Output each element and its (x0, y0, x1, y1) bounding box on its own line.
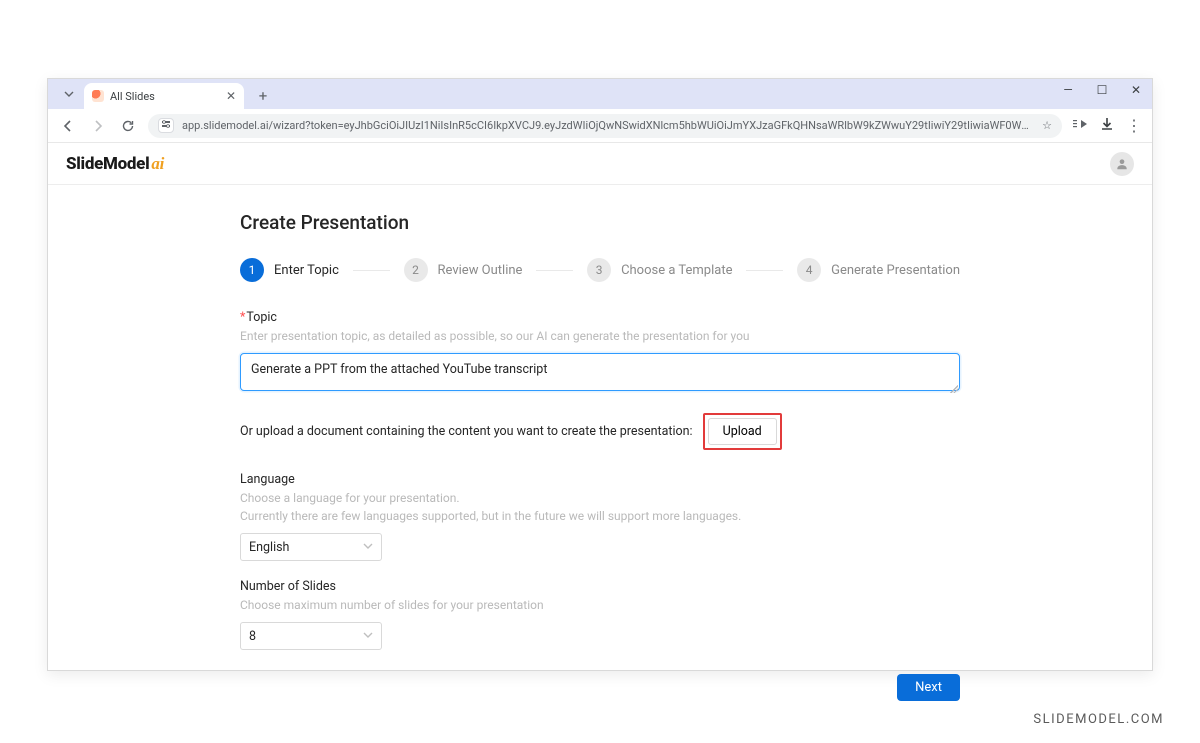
field-slides: Number of Slides Choose maximum number o… (240, 579, 960, 650)
slides-label: Number of Slides (240, 579, 960, 594)
step-generate-presentation[interactable]: 4 Generate Presentation (797, 258, 960, 282)
user-avatar[interactable] (1110, 152, 1134, 176)
page-title: Create Presentation (240, 211, 960, 234)
tab-title: All Slides (110, 90, 220, 103)
step-divider (746, 270, 783, 271)
field-topic: *Topic Enter presentation topic, as deta… (240, 310, 960, 395)
step-label: Review Outline (438, 263, 523, 278)
step-review-outline[interactable]: 2 Review Outline (404, 258, 523, 282)
media-control-icon[interactable] (1072, 117, 1088, 135)
app-logo[interactable]: SlideModelai (66, 154, 164, 174)
topic-input[interactable] (240, 353, 960, 391)
window-maximize-button[interactable]: ☐ (1092, 83, 1112, 97)
upload-prompt: Or upload a document containing the cont… (240, 424, 693, 439)
browser-menu-icon[interactable]: ⋮ (1126, 118, 1142, 134)
tab-close-icon[interactable]: ✕ (226, 89, 236, 103)
step-divider (353, 270, 390, 271)
topic-help: Enter presentation topic, as detailed as… (240, 327, 960, 345)
bookmark-star-icon[interactable]: ☆ (1042, 119, 1052, 132)
tab-favicon-icon (92, 90, 104, 102)
slides-value: 8 (249, 629, 256, 644)
language-help: Choose a language for your presentation.… (240, 489, 960, 525)
step-label: Enter Topic (274, 263, 339, 278)
chevron-down-icon (363, 541, 373, 554)
download-icon[interactable] (1100, 117, 1114, 135)
language-label: Language (240, 472, 960, 487)
wizard-footer: Next (240, 674, 960, 701)
slides-select[interactable]: 8 (240, 622, 382, 650)
topic-label: *Topic (240, 310, 960, 325)
slides-help: Choose maximum number of slides for your… (240, 596, 960, 614)
step-label: Generate Presentation (831, 263, 960, 278)
chevron-down-icon (363, 630, 373, 643)
field-language: Language Choose a language for your pres… (240, 472, 960, 561)
watermark: SLIDEMODEL.COM (1033, 712, 1164, 727)
tab-dropdown-icon[interactable] (58, 83, 80, 105)
url-bar[interactable]: app.slidemodel.ai/wizard?token=eyJhbGciO… (148, 114, 1062, 138)
step-label: Choose a Template (621, 263, 732, 278)
app-header: SlideModelai (48, 143, 1152, 185)
site-settings-icon[interactable] (158, 118, 174, 133)
browser-tab-bar: All Slides ✕ + — ☐ ✕ (48, 79, 1152, 109)
language-value: English (249, 540, 289, 555)
nav-forward-button[interactable] (88, 116, 108, 136)
nav-back-button[interactable] (58, 116, 78, 136)
window-close-button[interactable]: ✕ (1126, 83, 1146, 97)
window-minimize-button[interactable]: — (1058, 83, 1078, 97)
step-number: 2 (404, 258, 428, 282)
browser-address-bar: app.slidemodel.ai/wizard?token=eyJhbGciO… (48, 109, 1152, 143)
upload-button[interactable]: Upload (708, 418, 777, 445)
window-controls: — ☐ ✕ (1058, 83, 1146, 97)
logo-suffix: ai (151, 154, 164, 173)
upload-highlight: Upload (703, 413, 782, 450)
language-select[interactable]: English (240, 533, 382, 561)
step-enter-topic[interactable]: 1 Enter Topic (240, 258, 339, 282)
wizard-content: Create Presentation 1 Enter Topic 2 Revi… (240, 185, 960, 701)
browser-tab[interactable]: All Slides ✕ (84, 83, 244, 109)
step-choose-template[interactable]: 3 Choose a Template (587, 258, 732, 282)
step-number: 3 (587, 258, 611, 282)
next-button[interactable]: Next (897, 674, 960, 701)
url-text: app.slidemodel.ai/wizard?token=eyJhbGciO… (182, 119, 1034, 132)
logo-text: SlideModel (66, 154, 149, 174)
step-number: 1 (240, 258, 264, 282)
nav-reload-button[interactable] (118, 116, 138, 136)
browser-window: All Slides ✕ + — ☐ ✕ app.slidemodel.ai/w… (47, 78, 1153, 671)
new-tab-button[interactable]: + (252, 85, 274, 107)
step-divider (536, 270, 573, 271)
upload-row: Or upload a document containing the cont… (240, 413, 960, 450)
wizard-stepper: 1 Enter Topic 2 Review Outline 3 Choose … (240, 258, 960, 282)
step-number: 4 (797, 258, 821, 282)
